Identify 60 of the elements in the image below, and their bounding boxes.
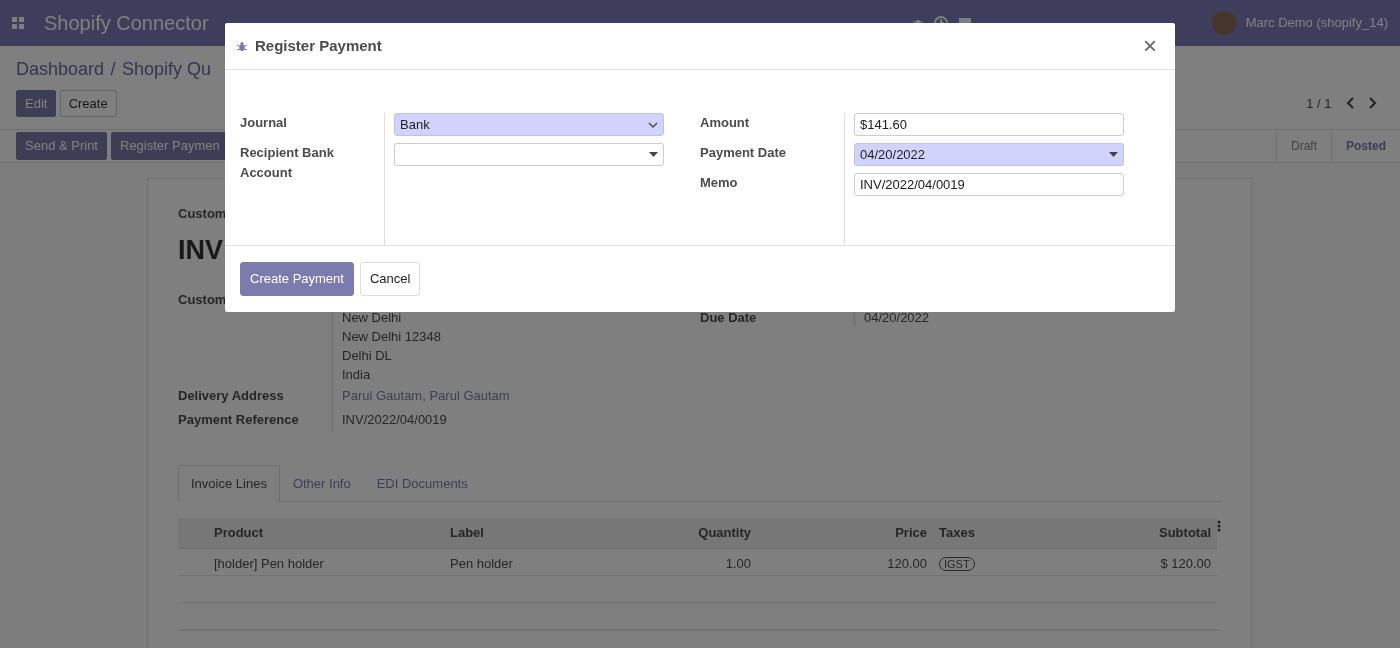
input-field[interactable]: INV/2022/04/0019	[854, 173, 1124, 196]
field-link[interactable]: Parul Gautam, Parul Gautam	[332, 383, 510, 408]
create-button[interactable]: Create	[59, 89, 117, 117]
table-cell: 120.00	[757, 548, 933, 576]
select-field[interactable]	[394, 143, 664, 166]
select-field[interactable]: Bank	[394, 113, 664, 136]
breadcrumb-current: Shopify Qu	[122, 58, 212, 81]
field-label: Custom	[178, 290, 228, 309]
field-label: Recipient Bank Account	[240, 144, 335, 182]
user-avatar	[1211, 11, 1236, 35]
create-payment-button[interactable]: Create Payment	[240, 262, 354, 296]
table-cell: $ 120.00	[1023, 548, 1217, 576]
field-label: Journal	[240, 114, 288, 132]
tab[interactable]: Invoice Lines	[178, 464, 280, 503]
edit-button[interactable]: Edit	[16, 89, 57, 117]
app-name[interactable]: Shopify Connector	[44, 8, 209, 38]
field-label: Due Date	[700, 308, 758, 327]
field-label: Payment Date	[700, 144, 787, 162]
status-stage[interactable]: Posted	[1331, 129, 1400, 163]
column-header[interactable]: Price	[757, 518, 933, 549]
previous-icon[interactable]	[1344, 97, 1355, 110]
bug-icon	[237, 40, 247, 52]
breadcrumb-link[interactable]: Dashboard	[16, 56, 105, 83]
column-header[interactable]: Subtotal	[1023, 518, 1217, 549]
address-line: India	[342, 365, 372, 384]
breadcrumb-separator: /	[110, 58, 116, 81]
apps-menu-icon[interactable]	[12, 17, 24, 29]
tab[interactable]: EDI Documents	[363, 464, 481, 502]
field-value: INV/2022/04/0019	[332, 407, 447, 432]
pager-counter: 1 / 1	[1306, 94, 1332, 113]
input-field[interactable]: $141.60	[854, 113, 1124, 136]
table-cell: [holder] Pen holder	[208, 548, 444, 576]
select-field[interactable]: 04/20/2022	[854, 143, 1124, 166]
status-stage[interactable]: Draft	[1275, 129, 1331, 163]
user-menu[interactable]: Marc Demo (shopify_14)	[1245, 13, 1388, 33]
field-label: Payment Reference	[178, 410, 300, 429]
cancel-button[interactable]: Cancel	[359, 262, 421, 296]
column-header[interactable]: Taxes	[933, 518, 1023, 549]
dialog-title: Register Payment	[255, 35, 382, 56]
column-header[interactable]: Label	[444, 518, 583, 549]
address-line: New Delhi 12348	[342, 327, 441, 346]
document-title: INV	[178, 233, 224, 267]
caret-down-icon	[1109, 152, 1118, 157]
field-label: Amount	[700, 114, 751, 132]
header-button[interactable]: Send & Print	[16, 132, 107, 160]
address-line: New Delhi	[342, 308, 403, 327]
column-options-icon[interactable]	[1217, 520, 1221, 532]
document-type-label: Custom	[178, 205, 228, 224]
field-label: Memo	[700, 174, 739, 192]
table-cell: 1.00	[583, 548, 757, 576]
next-icon[interactable]	[1367, 97, 1378, 110]
table-cell: Pen holder	[444, 548, 583, 576]
close-button[interactable]: ×	[1137, 34, 1163, 58]
column-header[interactable]: Product	[208, 518, 444, 549]
field-label: Delivery Address	[178, 386, 285, 405]
caret-down-icon	[649, 152, 658, 157]
address-line: Delhi DL	[342, 346, 393, 365]
chevron-down-icon	[648, 121, 658, 128]
column-header[interactable]: Quantity	[583, 518, 757, 549]
tab[interactable]: Other Info	[279, 464, 364, 502]
